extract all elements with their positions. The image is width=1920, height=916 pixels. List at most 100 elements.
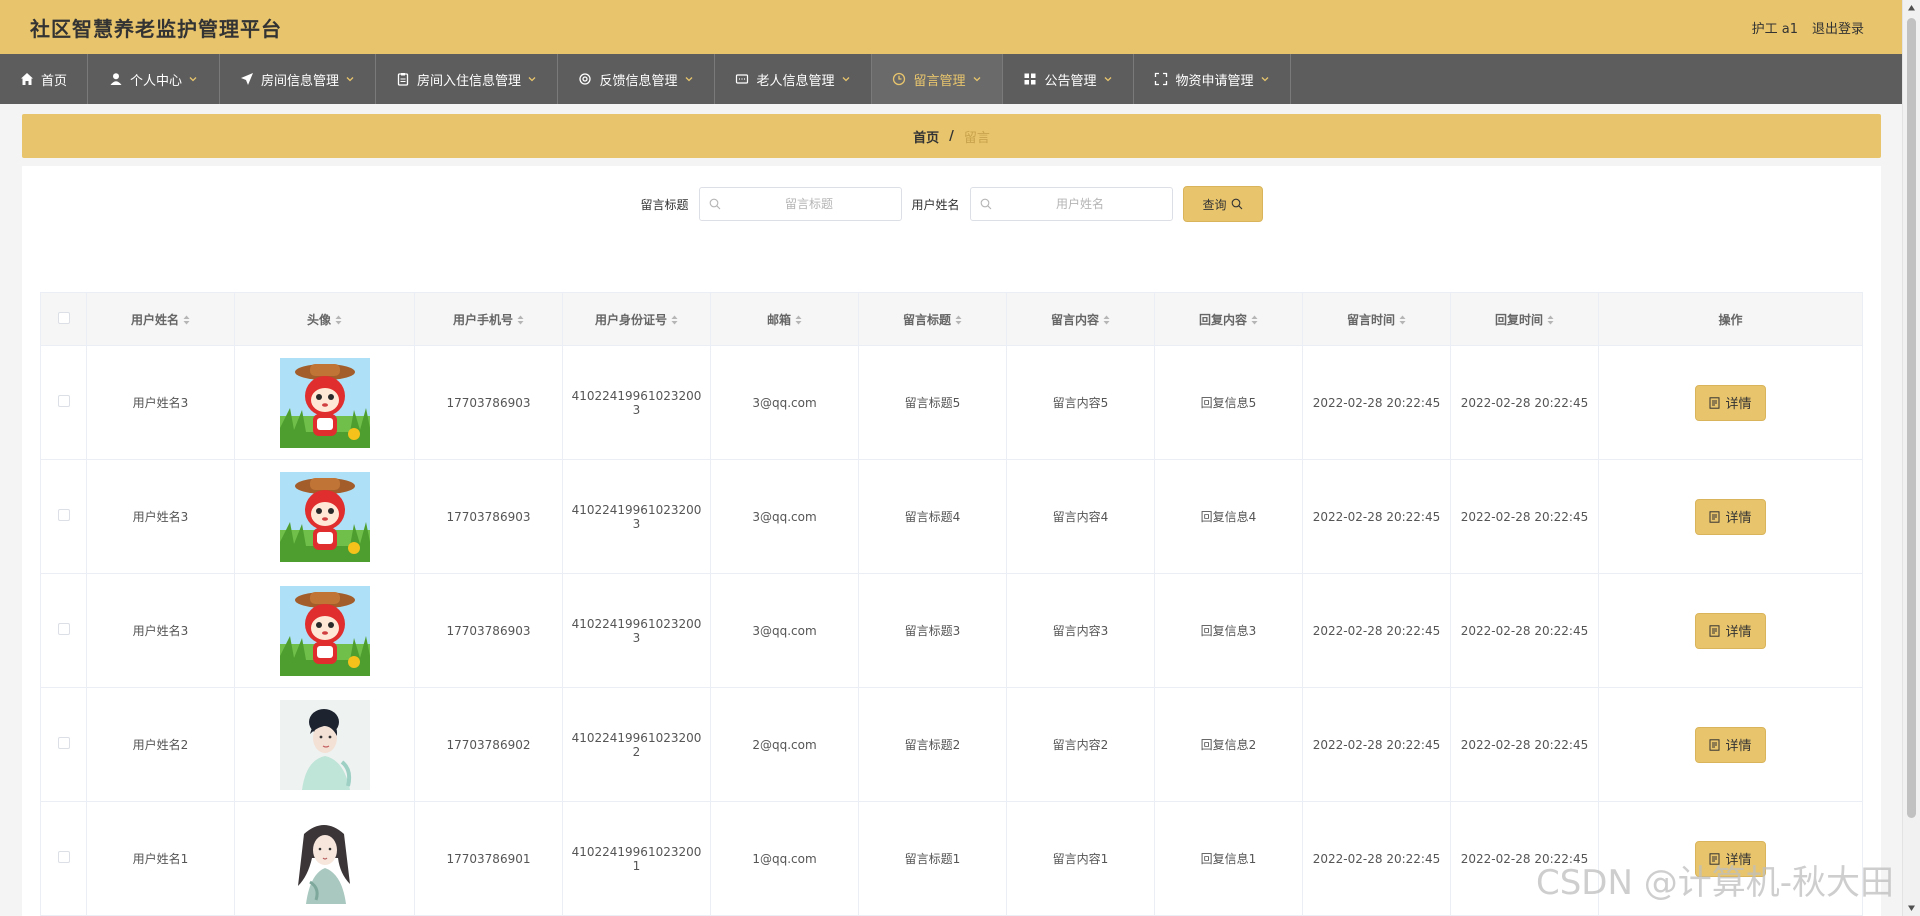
row-select-cell bbox=[40, 687, 87, 802]
person-icon bbox=[110, 73, 122, 85]
avatar-cell bbox=[234, 345, 415, 460]
row-checkbox[interactable] bbox=[57, 623, 70, 635]
document-icon bbox=[1709, 624, 1720, 637]
message-title-cell: 留言标题3 bbox=[858, 573, 1007, 688]
breadcrumb-home[interactable]: 首页 bbox=[913, 127, 939, 146]
phone-cell: 17703786902 bbox=[414, 687, 563, 802]
cartoon-fox-avatar bbox=[279, 357, 370, 448]
detail-button-label: 详情 bbox=[1725, 397, 1752, 412]
nav-label: 反馈信息管理 bbox=[599, 73, 678, 89]
chevron-down-icon bbox=[842, 77, 849, 82]
sort-icon bbox=[671, 315, 678, 324]
scroll-down-icon[interactable] bbox=[1907, 904, 1916, 912]
nav-item-room-checkin[interactable]: 房间入住信息管理 bbox=[376, 54, 558, 104]
action-cell: 详情 bbox=[1598, 573, 1863, 688]
send-icon bbox=[240, 73, 253, 85]
sort-icon bbox=[183, 315, 190, 324]
header-cell[interactable]: 用户姓名 bbox=[86, 292, 235, 346]
nav-label: 公告管理 bbox=[1044, 73, 1097, 89]
nav-item-room-info[interactable]: 房间信息管理 bbox=[220, 54, 376, 104]
title-search-label: 留言标题 bbox=[640, 197, 689, 212]
header-cell[interactable]: 回复内容 bbox=[1154, 292, 1303, 346]
vertical-scrollbar[interactable] bbox=[1902, 0, 1920, 916]
row-checkbox[interactable] bbox=[57, 395, 70, 407]
woman-illustration-avatar bbox=[279, 813, 370, 904]
nav-item-elderly-info[interactable]: 老人信息管理 bbox=[715, 54, 872, 104]
idcard-cell: 410224199610232001 bbox=[562, 801, 711, 916]
table-row: 用户姓名3 17703786903 410224199610232003 3@q… bbox=[40, 459, 1863, 574]
chevron-down-icon bbox=[528, 77, 536, 82]
detail-button[interactable]: 详情 bbox=[1695, 726, 1766, 763]
title-search-field bbox=[698, 187, 902, 221]
header-cell[interactable]: 邮箱 bbox=[710, 292, 859, 346]
header-cell[interactable]: 回复时间 bbox=[1450, 292, 1599, 346]
sort-icon bbox=[795, 315, 802, 324]
header-cell[interactable]: 用户手机号 bbox=[414, 292, 563, 346]
reply-time-cell: 2022-02-28 20:22:45 bbox=[1450, 573, 1599, 688]
header-label: 回复内容 bbox=[1198, 312, 1247, 327]
header-cell[interactable]: 留言时间 bbox=[1302, 292, 1451, 346]
message-time-cell: 2022-02-28 20:22:45 bbox=[1302, 801, 1451, 916]
idcard-cell: 410224199610232003 bbox=[562, 345, 711, 460]
breadcrumb: 首页 / 留言 bbox=[22, 114, 1881, 158]
email-cell: 3@qq.com bbox=[710, 573, 859, 688]
top-nav: 首页 个人中心 房间信息管理 房间入住信息管理 反馈信息管理 老人信息管理 留言… bbox=[0, 54, 1902, 104]
sort-icon bbox=[1547, 315, 1554, 324]
header-cell[interactable]: 留言内容 bbox=[1006, 292, 1155, 346]
detail-button[interactable]: 详情 bbox=[1695, 384, 1766, 421]
detail-button-label: 详情 bbox=[1725, 739, 1752, 754]
cartoon-fox-avatar bbox=[279, 471, 370, 562]
row-checkbox[interactable] bbox=[57, 851, 70, 863]
row-select-cell bbox=[40, 345, 87, 460]
message-content-cell: 留言内容2 bbox=[1006, 687, 1155, 802]
top-header: 社区智慧养老监护管理平台 护工 a1 退出登录 bbox=[0, 0, 1902, 54]
nav-item-personal[interactable]: 个人中心 bbox=[88, 54, 220, 104]
header-cell[interactable]: 留言标题 bbox=[858, 292, 1007, 346]
query-button[interactable]: 查询 bbox=[1182, 186, 1263, 222]
title-search-input[interactable] bbox=[699, 188, 901, 220]
select-all-checkbox[interactable] bbox=[57, 311, 70, 324]
header-cell[interactable]: 头像 bbox=[234, 292, 415, 346]
table-row: 用户姓名2 17703786902 410224199610232002 2@q… bbox=[40, 687, 1863, 802]
header-label: 回复时间 bbox=[1494, 312, 1543, 327]
sort-icon bbox=[517, 315, 524, 324]
chevron-down-icon bbox=[189, 77, 197, 82]
message-icon bbox=[736, 74, 749, 84]
message-content-cell: 留言内容4 bbox=[1006, 459, 1155, 574]
nav-item-messages[interactable]: 留言管理 bbox=[872, 54, 1003, 104]
reply-time-cell: 2022-02-28 20:22:45 bbox=[1450, 345, 1599, 460]
nav-item-feedback[interactable]: 反馈信息管理 bbox=[558, 54, 715, 104]
clipboard-icon bbox=[397, 73, 409, 86]
document-icon bbox=[1709, 510, 1720, 523]
phone-cell: 17703786903 bbox=[414, 573, 563, 688]
email-cell: 1@qq.com bbox=[710, 801, 859, 916]
sort-icon bbox=[1103, 315, 1110, 324]
user-search-input[interactable] bbox=[970, 188, 1172, 220]
fullscreen-icon bbox=[1155, 72, 1168, 86]
chevron-down-icon bbox=[1104, 77, 1111, 82]
woman-photo-avatar bbox=[279, 699, 370, 790]
document-icon bbox=[1709, 738, 1720, 751]
detail-button-label: 详情 bbox=[1725, 625, 1752, 640]
scrollbar-thumb[interactable] bbox=[1907, 18, 1916, 818]
row-checkbox[interactable] bbox=[57, 737, 70, 749]
message-title-cell: 留言标题1 bbox=[858, 801, 1007, 916]
detail-button[interactable]: 详情 bbox=[1695, 612, 1766, 649]
nav-item-home[interactable]: 首页 bbox=[0, 54, 88, 104]
logout-link[interactable]: 退出登录 bbox=[1812, 18, 1864, 37]
user-name-cell: 用户姓名2 bbox=[86, 687, 235, 802]
detail-button[interactable]: 详情 bbox=[1695, 498, 1766, 535]
message-content-cell: 留言内容5 bbox=[1006, 345, 1155, 460]
nav-item-announcements[interactable]: 公告管理 bbox=[1003, 54, 1134, 104]
message-time-cell: 2022-02-28 20:22:45 bbox=[1302, 573, 1451, 688]
nav-item-supplies[interactable]: 物资申请管理 bbox=[1134, 54, 1291, 104]
row-checkbox[interactable] bbox=[57, 509, 70, 521]
settings-icon bbox=[579, 73, 592, 85]
detail-button[interactable]: 详情 bbox=[1695, 840, 1766, 877]
phone-cell: 17703786901 bbox=[414, 801, 563, 916]
header-cell[interactable]: 用户身份证号 bbox=[562, 292, 711, 346]
user-name-cell: 用户姓名1 bbox=[86, 801, 235, 916]
grid-icon bbox=[1024, 73, 1036, 85]
scroll-up-icon[interactable] bbox=[1907, 4, 1916, 12]
nav-label: 个人中心 bbox=[129, 73, 182, 89]
